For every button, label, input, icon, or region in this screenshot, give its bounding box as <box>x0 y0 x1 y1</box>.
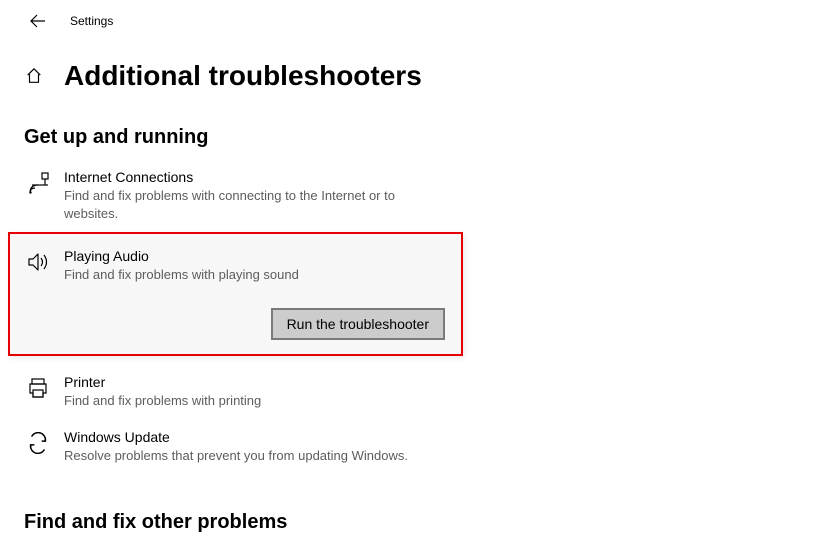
page-title: Additional troubleshooters <box>64 60 422 92</box>
header-row: Additional troubleshooters <box>0 36 815 98</box>
run-troubleshooter-button[interactable]: Run the troubleshooter <box>271 308 445 340</box>
printer-icon <box>24 374 52 402</box>
troubleshooter-internet[interactable]: Internet Connections Find and fix proble… <box>0 159 460 232</box>
troubleshooter-audio[interactable]: Playing Audio Find and fix problems with… <box>8 232 463 356</box>
troubleshooter-printer[interactable]: Printer Find and fix problems with print… <box>0 364 460 420</box>
troubleshooter-title: Printer <box>64 374 436 390</box>
section-heading-get-up: Get up and running <box>0 98 815 159</box>
section-heading-find-fix: Find and fix other problems <box>0 475 815 544</box>
troubleshooter-desc: Find and fix problems with connecting to… <box>64 187 436 222</box>
app-title: Settings <box>70 14 113 28</box>
troubleshooter-update[interactable]: Windows Update Resolve problems that pre… <box>0 419 460 475</box>
home-icon[interactable] <box>24 66 44 86</box>
topbar: Settings <box>0 0 815 36</box>
internet-icon <box>24 169 52 197</box>
troubleshooter-desc: Find and fix problems with playing sound <box>64 266 445 284</box>
back-button[interactable] <box>24 7 52 35</box>
audio-icon <box>24 248 52 276</box>
troubleshooter-desc: Find and fix problems with printing <box>64 392 436 410</box>
troubleshooter-title: Windows Update <box>64 429 436 445</box>
troubleshooter-title: Internet Connections <box>64 169 436 185</box>
troubleshooter-title: Playing Audio <box>64 248 445 264</box>
refresh-icon <box>24 429 52 457</box>
troubleshooter-desc: Resolve problems that prevent you from u… <box>64 447 436 465</box>
back-arrow-icon <box>30 13 46 29</box>
